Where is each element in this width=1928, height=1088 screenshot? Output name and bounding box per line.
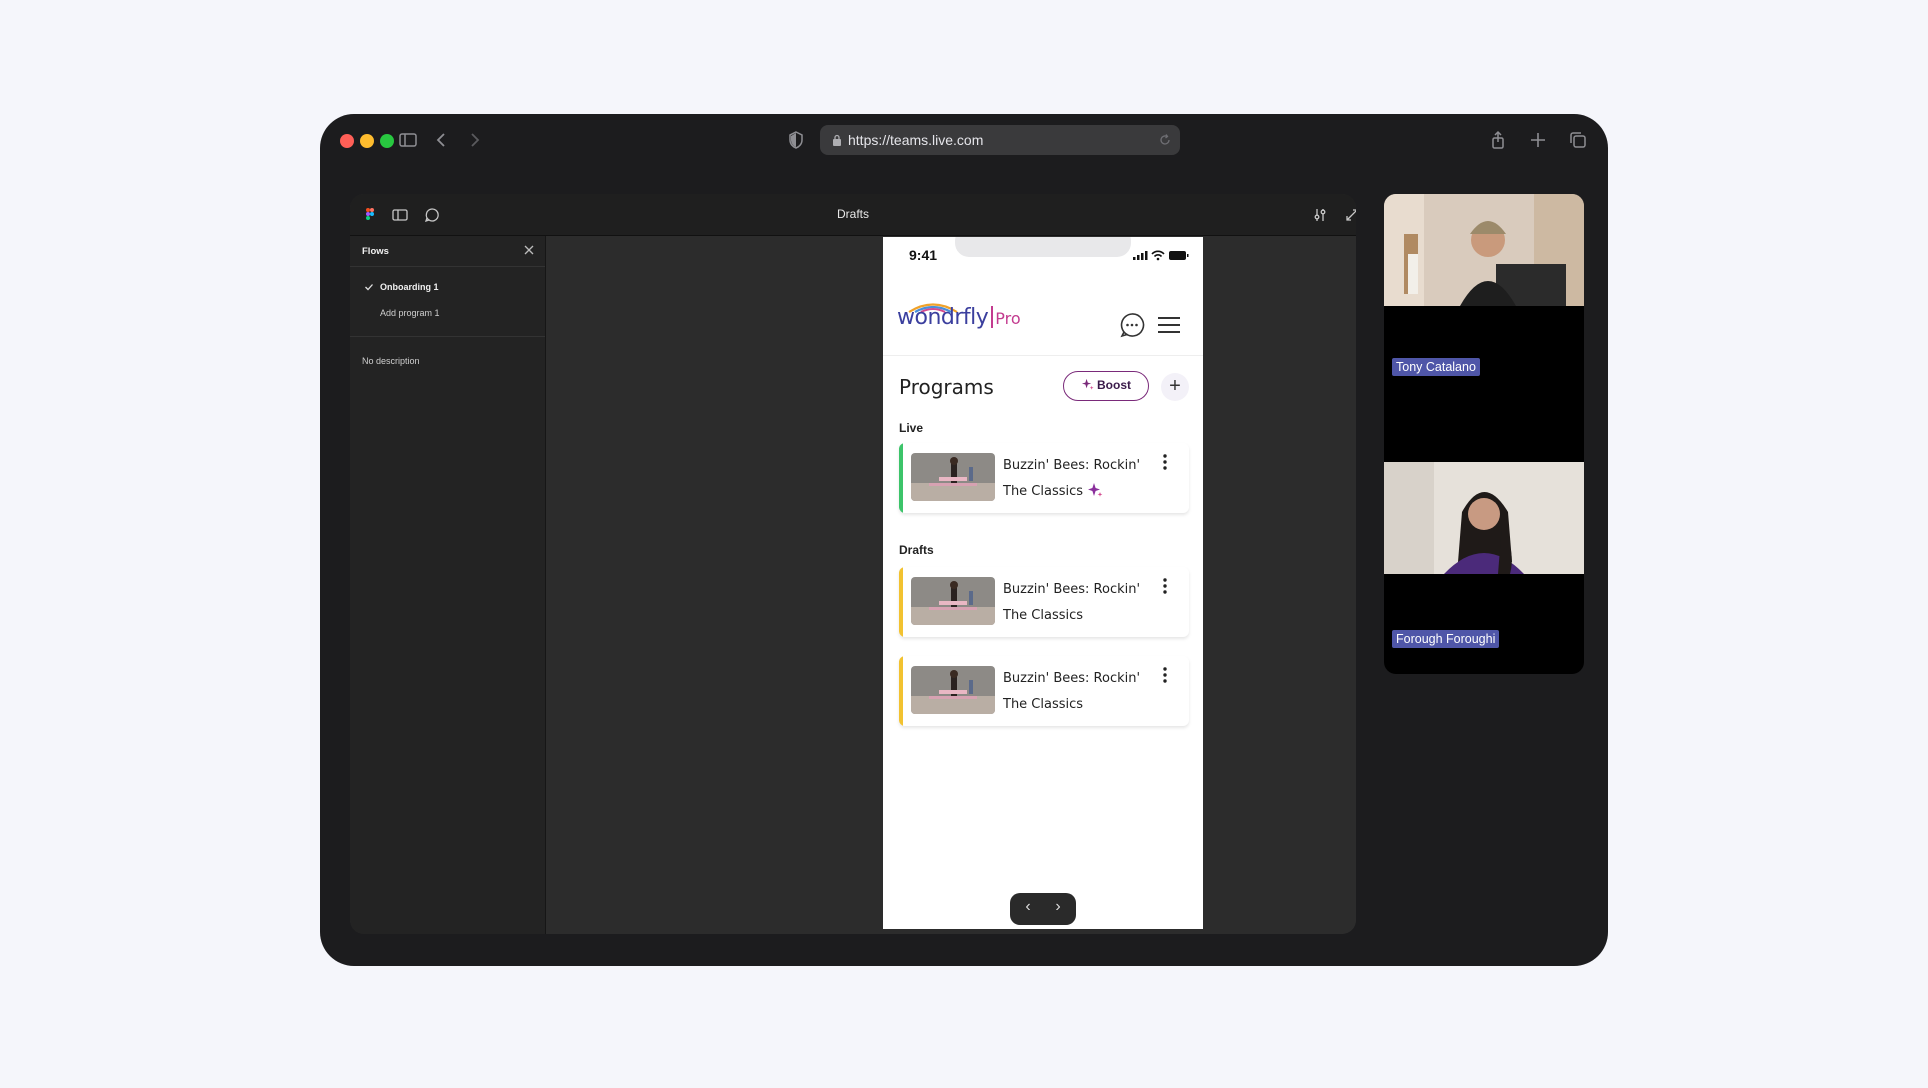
close-icon[interactable] [523, 244, 535, 256]
program-thumbnail [911, 577, 995, 625]
previous-screen-button[interactable]: ‹ [1018, 898, 1038, 916]
share-icon[interactable] [1484, 126, 1512, 154]
status-icons [1133, 250, 1189, 261]
close-window-button[interactable] [340, 134, 354, 148]
boosted-sparkle-icon [1088, 483, 1103, 497]
status-stripe [899, 567, 903, 637]
logo-suffix: Pro [995, 309, 1021, 328]
wondrfly-logo[interactable]: wondrfly Pro [897, 305, 1021, 337]
tab-overview-icon[interactable] [1564, 126, 1592, 154]
flow-description: No description [362, 356, 420, 366]
logo-divider [991, 306, 994, 328]
divider [350, 336, 545, 337]
more-options-icon[interactable] [1161, 453, 1169, 471]
program-title-line1: Buzzin' Bees: Rockin' [1003, 582, 1141, 597]
program-title-line1: Buzzin' Bees: Rockin' [1003, 458, 1141, 473]
page-title: Programs [899, 375, 994, 399]
prototype-nav: ‹ › [1010, 893, 1076, 925]
figma-prototype-viewer: Drafts Flows Onboarding 1 Add program 1 … [350, 194, 1356, 934]
prototype-canvas: 9:41 wondrfly Pro Programs Boost + Live … [547, 236, 1356, 934]
forward-icon[interactable] [460, 126, 488, 154]
zoom-window-button[interactable] [380, 134, 394, 148]
participant-video [1384, 462, 1584, 574]
lock-icon [833, 134, 841, 146]
program-thumbnail [911, 453, 995, 501]
add-program-button[interactable]: + [1161, 373, 1189, 401]
minimize-window-button[interactable] [360, 134, 374, 148]
program-thumbnail [911, 666, 995, 714]
settings-sliders-icon[interactable] [1310, 205, 1330, 225]
header-divider [883, 355, 1203, 356]
status-stripe [899, 656, 903, 726]
phone-notch [955, 237, 1131, 257]
reload-icon[interactable] [1158, 133, 1172, 147]
program-title-line2: The Classics [1003, 608, 1084, 623]
sidebar-toggle-icon[interactable] [394, 126, 422, 154]
next-screen-button[interactable]: › [1048, 898, 1068, 916]
boost-label: Boost [1097, 378, 1131, 392]
program-title: Buzzin' Bees: Rockin' The Classics [1003, 666, 1143, 718]
logo-word: wondrfly [897, 305, 989, 330]
participant-video [1384, 194, 1584, 306]
program-title-line2: The Classics [1003, 697, 1084, 712]
more-options-icon[interactable] [1161, 577, 1169, 595]
program-title: Buzzin' Bees: Rockin' The Classics [1003, 577, 1143, 629]
status-time: 9:41 [909, 247, 938, 263]
flow-item-add-program[interactable]: Add program 1 [380, 308, 440, 318]
program-title: Buzzin' Bees: Rockin' The Classics [1003, 453, 1143, 505]
status-stripe [899, 443, 903, 513]
program-title-line2: The Classics [1003, 484, 1084, 499]
section-label-live: Live [899, 421, 924, 435]
flows-sidebar: Flows Onboarding 1 Add program 1 No desc… [350, 236, 546, 934]
program-card[interactable]: Buzzin' Bees: Rockin' The Classics [899, 656, 1189, 726]
participant-tile[interactable]: Forough Foroughi [1384, 462, 1584, 674]
boost-button[interactable]: Boost [1063, 371, 1149, 401]
hamburger-menu-icon[interactable] [1157, 315, 1181, 335]
checkmark-icon [365, 284, 373, 291]
figma-file-title: Drafts [836, 207, 869, 221]
privacy-shield-icon[interactable] [782, 126, 810, 154]
program-title-line1: Buzzin' Bees: Rockin' [1003, 671, 1141, 686]
flow-item-onboarding[interactable]: Onboarding 1 [380, 282, 439, 292]
phone-frame[interactable]: 9:41 wondrfly Pro Programs Boost + Live … [883, 237, 1203, 929]
browser-toolbar: https://teams.live.com [320, 114, 1608, 166]
back-icon[interactable] [428, 126, 456, 154]
participant-tile[interactable]: Tony Catalano [1384, 194, 1584, 462]
participant-name: Tony Catalano [1392, 358, 1480, 376]
chat-icon[interactable] [1119, 312, 1145, 338]
program-card[interactable]: Buzzin' Bees: Rockin' The Classics [899, 567, 1189, 637]
url-text: https://teams.live.com [848, 132, 984, 148]
divider [350, 266, 545, 267]
figma-top-bar: Drafts [350, 194, 1356, 236]
browser-window: https://teams.live.com Drafts Flows Onbo… [320, 114, 1608, 966]
participant-name: Forough Foroughi [1392, 630, 1500, 648]
section-label-drafts: Drafts [899, 543, 934, 557]
expand-icon[interactable] [1342, 205, 1356, 225]
address-bar[interactable]: https://teams.live.com [820, 125, 1180, 155]
more-options-icon[interactable] [1161, 666, 1169, 684]
program-card[interactable]: Buzzin' Bees: Rockin' The Classics [899, 443, 1189, 513]
sparkle-icon [1081, 378, 1094, 390]
new-tab-icon[interactable] [1524, 126, 1552, 154]
flows-header: Flows [362, 246, 389, 257]
